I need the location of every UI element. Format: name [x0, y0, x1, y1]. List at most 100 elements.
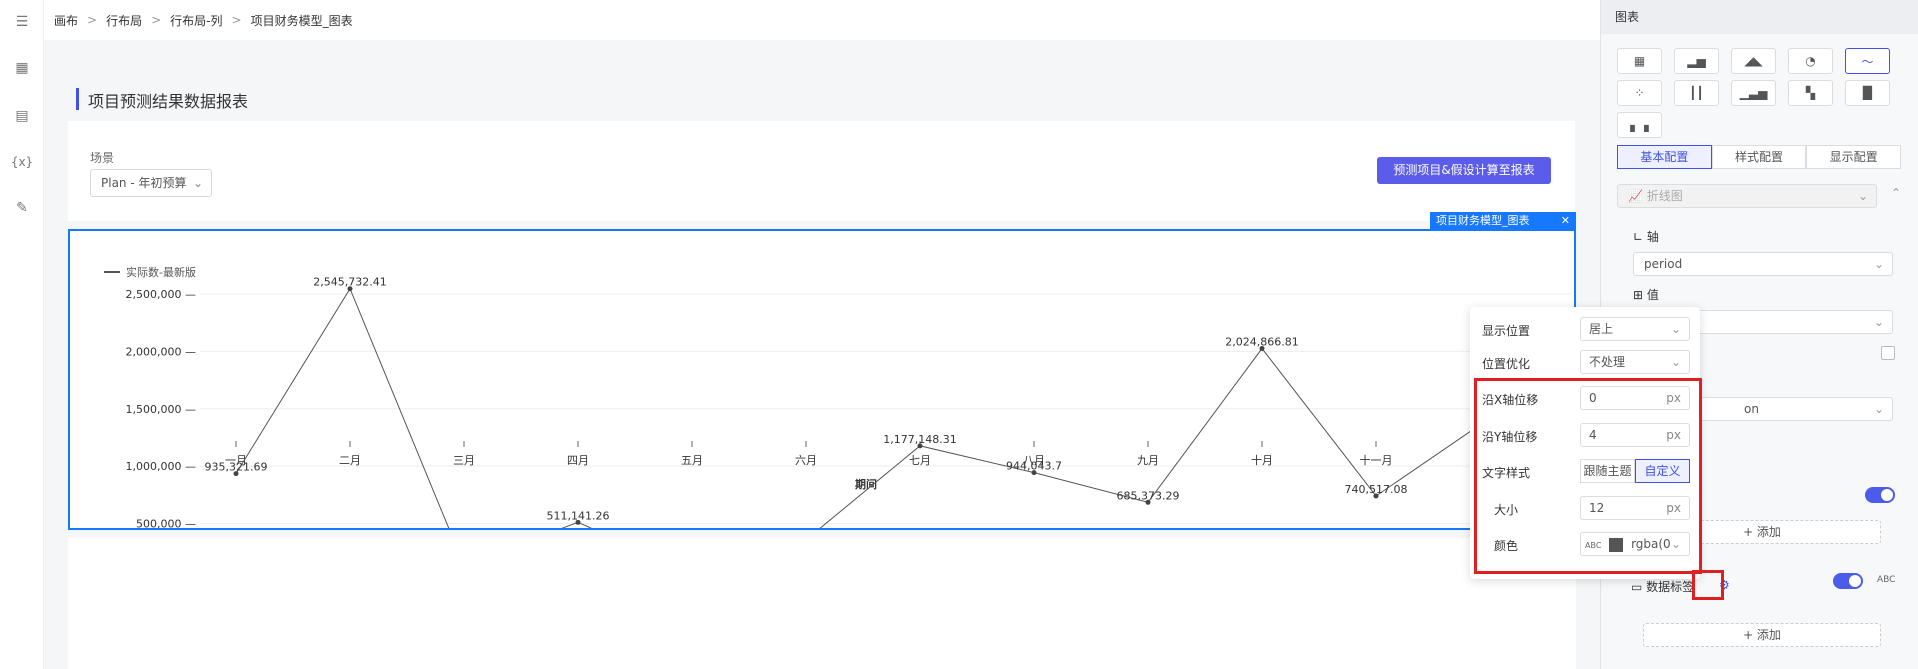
axis-value: period [1644, 257, 1683, 271]
filter-label: 场景 [90, 151, 115, 165]
breadcrumb-item[interactable]: 行布局-列 [170, 12, 222, 29]
predict-button[interactable]: 预测项目&假设计算至报表 [1377, 157, 1551, 184]
breadcrumb-item[interactable]: 行布局 [106, 12, 142, 29]
breadcrumb-separator: > [231, 13, 242, 27]
axis-label-text: 轴 [1646, 230, 1659, 244]
value-label: ⊞ 值 [1633, 286, 1659, 303]
value-label-text: 值 [1646, 288, 1659, 302]
highlight-box-gear [1692, 570, 1724, 600]
y-tick-label: 500,000 — [136, 518, 196, 528]
scenario-select[interactable]: Plan - 年初预算 ⌄ [90, 169, 212, 197]
grid-icon[interactable]: ▦ [12, 58, 32, 78]
empty-area [68, 538, 1576, 669]
highlight-box [1474, 378, 1702, 574]
app: ☰ ▦ ▤ {x} ✎ 画布 > 行布局 > 行布局-列 > 项目财务模型_图表… [0, 0, 1918, 669]
comment-icon: ▭ [1631, 580, 1647, 594]
position-value: 居上 [1589, 322, 1614, 336]
scenario-value: Plan - 年初预算 [101, 176, 187, 190]
breadcrumb-separator: > [151, 13, 162, 27]
x-tick-label: 四月 [567, 454, 589, 467]
scatter-chart-icon[interactable]: ⁘ [1617, 80, 1662, 106]
data-label: 2,024,866.81 [1225, 336, 1298, 349]
data-label: 1,177,148.31 [883, 433, 956, 446]
panel-header: 图表 [1601, 0, 1918, 34]
x-tick-label: 五月 [681, 454, 703, 467]
data-label: 685,373.29 [1117, 489, 1180, 502]
axis-icon: ∟ [1633, 230, 1647, 244]
x-tick-label: 十月 [1251, 453, 1273, 467]
line-chart: 实际数-最新版 500,000 — 1,000,000 — 1,500,000 — 2,… [104, 265, 1570, 576]
filter-panel: 场景 Plan - 年初预算 ⌄ [68, 121, 1575, 221]
candlestick-icon[interactable]: ┃┃ [1674, 80, 1719, 106]
y-tick-label: 1,000,000 — [126, 460, 196, 473]
y-tick-label: 2,500,000 — [126, 288, 196, 301]
optimize-value: 不处理 [1589, 355, 1626, 369]
tab-style[interactable]: 样式配置 [1711, 145, 1807, 169]
y-tick-label: 2,000,000 — [126, 345, 196, 358]
table-icon[interactable]: ▦ [1617, 48, 1662, 74]
title-accent [76, 88, 79, 110]
left-rail: ☰ ▦ ▤ {x} ✎ [0, 0, 44, 669]
pie-chart-icon[interactable]: ◔ [1788, 48, 1833, 74]
data-label: 935,321.69 [205, 461, 268, 474]
chevron-down-icon: ⌄ [1873, 402, 1884, 416]
bar-chart-icon[interactable]: ▂▅ [1674, 48, 1719, 74]
waterfall-icon[interactable]: ▖▗ [1617, 112, 1662, 138]
breadcrumb-separator: > [87, 13, 98, 27]
x-tick-label: 六月 [795, 454, 817, 467]
breadcrumb-item[interactable]: 画布 [54, 12, 78, 29]
legend-label: 实际数-最新版 [126, 265, 196, 279]
column-chart-icon[interactable]: ▁▃▅ [1731, 80, 1776, 106]
data-label: 944,043.7 [1006, 460, 1062, 473]
chart-container[interactable]: 实际数-最新版 500,000 — 1,000,000 — 1,500,000 — 2,… [68, 229, 1576, 576]
data-label-row: ▭ 数据标签 [1631, 578, 1694, 595]
breadcrumb-item[interactable]: 项目财务模型_图表 [251, 12, 353, 29]
chevron-down-icon: ⌄ [1873, 257, 1884, 271]
stacked-bar-icon[interactable]: ▐▌ [1845, 80, 1890, 106]
data-label-toggle[interactable] [1833, 573, 1863, 589]
abc-icon[interactable]: ABC [1877, 575, 1895, 585]
collapse-icon[interactable]: ⌃ [1891, 186, 1901, 200]
config-tabs: 基本配置 样式配置 显示配置 [1617, 145, 1902, 169]
chevron-down-icon: ⌄ [1670, 355, 1681, 369]
table-icon[interactable]: ▤ [12, 106, 32, 126]
edit-icon[interactable]: ✎ [12, 198, 32, 218]
tab-display[interactable]: 显示配置 [1806, 145, 1902, 169]
x-tick-label: 七月 [909, 454, 931, 467]
chart-kind-select[interactable]: 📈 折线图 ⌄ [1617, 184, 1877, 208]
position-select[interactable]: 居上 ⌄ [1580, 317, 1690, 341]
optimize-label: 位置优化 [1482, 357, 1531, 371]
area-chart-icon[interactable]: ◢◣ [1731, 48, 1776, 74]
outline-icon[interactable]: ☰ [12, 12, 32, 32]
position-label: 显示位置 [1482, 324, 1531, 338]
x-tick-label: 九月 [1137, 454, 1159, 467]
report-title: 项目预测结果数据报表 [88, 92, 249, 111]
chevron-down-icon: ⌄ [1857, 189, 1868, 203]
toggle-switch[interactable] [1865, 487, 1895, 503]
close-icon[interactable]: ✕ [1561, 212, 1570, 230]
data-label: 358,486 [783, 527, 829, 528]
chevron-down-icon: ⌄ [192, 176, 203, 190]
chart-tag[interactable]: 项目财务模型_图表 ✕ [1430, 212, 1576, 230]
tab-basic[interactable]: 基本配置 [1617, 145, 1712, 169]
chevron-down-icon: ⌄ [1670, 322, 1681, 336]
optimize-select[interactable]: 不处理 ⌄ [1580, 350, 1690, 374]
line-chart-icon[interactable]: 〜 [1845, 48, 1890, 74]
breadcrumb: 画布 > 行布局 > 行布局-列 > 项目财务模型_图表 [44, 0, 1600, 40]
add-button[interactable]: + 添加 [1643, 623, 1881, 647]
data-label-text: 数据标签 [1646, 580, 1695, 594]
data-label: 511,141.26 [547, 509, 610, 522]
report-title-bar: 项目预测结果数据报表 [76, 78, 1616, 122]
checkbox[interactable] [1881, 346, 1895, 360]
y-tick-label: 1,500,000 — [126, 403, 196, 416]
variable-icon[interactable]: {x} [11, 152, 33, 172]
value-icon: ⊞ [1633, 288, 1647, 302]
x-tick-label: 二月 [339, 454, 361, 467]
heatmap-icon[interactable]: ▚ [1788, 80, 1833, 106]
axis-label: ∟ 轴 [1633, 228, 1659, 245]
x-tick-label: 三月 [453, 454, 475, 467]
line-chart-icon: 📈 [1628, 189, 1647, 203]
data-label: 2,545,732.41 [313, 276, 386, 289]
chart-kind-value: 折线图 [1646, 189, 1683, 203]
axis-select[interactable]: period ⌄ [1633, 252, 1893, 276]
